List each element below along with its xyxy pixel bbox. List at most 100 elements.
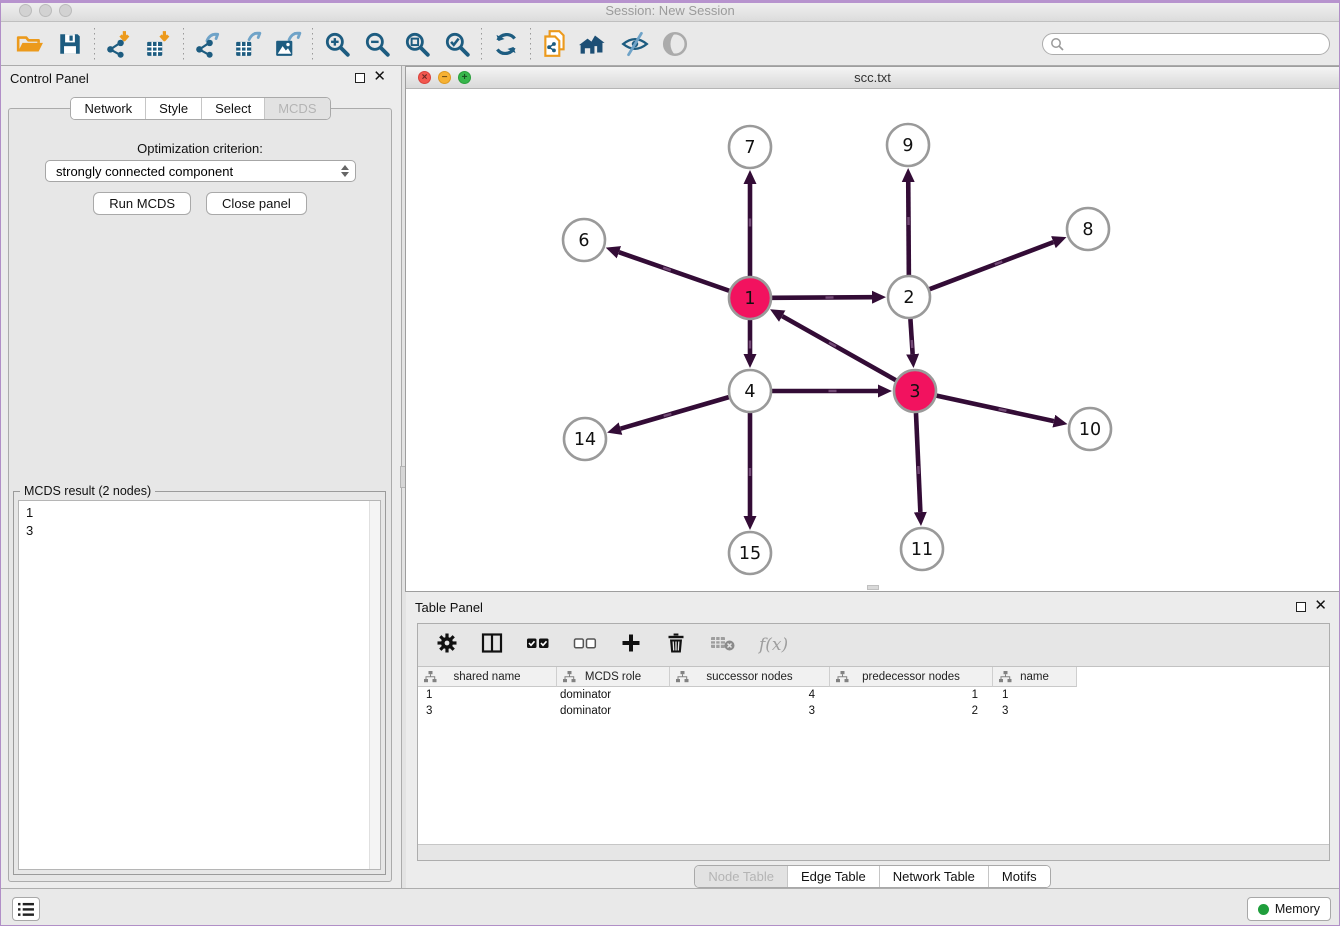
cell-name: 1: [993, 687, 1077, 703]
main-titlebar: Session: New Session: [0, 0, 1340, 22]
search-field[interactable]: [1042, 33, 1330, 55]
column-header-predecessor-nodes[interactable]: predecessor nodes: [830, 667, 993, 687]
split-view-icon[interactable]: [481, 632, 503, 659]
network-window-titlebar: × − + scc.txt: [406, 67, 1339, 89]
graph-node-11[interactable]: 11: [901, 528, 943, 570]
import-table-icon[interactable]: [139, 26, 179, 62]
deselect-all-icon[interactable]: [573, 632, 597, 659]
table-panel-title: Table Panel: [415, 600, 483, 615]
graph-node-4[interactable]: 4: [729, 370, 771, 412]
hide-graphics-details-icon[interactable]: [615, 26, 655, 62]
export-image-icon[interactable]: [268, 26, 308, 62]
tab-network-table[interactable]: Network Table: [880, 866, 989, 887]
column-header-shared-name[interactable]: shared name: [418, 667, 557, 687]
task-history-button[interactable]: [12, 897, 40, 921]
memory-button[interactable]: Memory: [1247, 897, 1331, 921]
close-panel-icon[interactable]: ✕: [373, 68, 386, 86]
delete-table-icon[interactable]: [710, 633, 736, 658]
mcds-result-area[interactable]: 1 3: [18, 500, 381, 870]
criterion-select[interactable]: strongly connected component: [45, 160, 356, 182]
edge-label: [911, 340, 914, 348]
delete-column-icon[interactable]: [665, 632, 687, 659]
float-panel-icon[interactable]: [1296, 602, 1306, 612]
zoom-out-icon[interactable]: [357, 26, 397, 62]
search-input[interactable]: [1064, 35, 1329, 53]
graph-node-10[interactable]: 10: [1069, 408, 1111, 450]
cell-MCDS-role: dominator: [557, 687, 670, 703]
bird-eye-view-icon[interactable]: [655, 26, 695, 62]
edge-1-2[interactable]: [772, 297, 872, 298]
edge-3-11[interactable]: [916, 413, 920, 512]
network-canvas[interactable]: 7 9 6 8 1 2 4 3 14 10 15 11: [406, 89, 1339, 591]
cell-shared-name: 1: [418, 687, 557, 703]
table-row[interactable]: 3dominator323: [418, 703, 1329, 719]
save-session-icon[interactable]: [50, 26, 90, 62]
gear-icon[interactable]: [436, 632, 458, 659]
node-label: 7: [744, 138, 755, 158]
graph-node-8[interactable]: 8: [1067, 208, 1109, 250]
graph-node-14[interactable]: 14: [564, 418, 606, 460]
edge-4-14[interactable]: [621, 397, 729, 429]
zoom-fit-icon[interactable]: [397, 26, 437, 62]
network-title: scc.txt: [406, 70, 1339, 85]
float-panel-icon[interactable]: [355, 73, 365, 83]
zoom-in-icon[interactable]: [317, 26, 357, 62]
tab-node-table[interactable]: Node Table: [695, 866, 788, 887]
column-header-name[interactable]: name: [993, 667, 1077, 687]
export-table-icon[interactable]: [228, 26, 268, 62]
edge-label: [825, 296, 833, 298]
select-all-icon[interactable]: [526, 632, 550, 659]
show-all-networks-icon[interactable]: [575, 26, 615, 62]
network-view-window: × − + scc.txt 7 9 6 8 1 2 4 3 14 10 15 11: [405, 66, 1340, 592]
node-label: 4: [744, 382, 755, 402]
cell-successor-nodes: 4: [670, 687, 830, 703]
resize-grip-icon[interactable]: [867, 585, 879, 590]
edge-3-1[interactable]: [782, 316, 896, 380]
cell-MCDS-role: dominator: [557, 703, 670, 719]
graph-node-1[interactable]: 1: [729, 277, 771, 319]
tab-select[interactable]: Select: [202, 98, 265, 119]
edge-2-9[interactable]: [908, 182, 909, 275]
edge-3-10[interactable]: [936, 396, 1053, 421]
graph-node-2[interactable]: 2: [888, 276, 930, 318]
table-panel: Table Panel ✕: [405, 595, 1340, 888]
open-file-icon[interactable]: [10, 26, 50, 62]
clone-network-icon[interactable]: [535, 26, 575, 62]
column-header-MCDS-role[interactable]: MCDS role: [557, 667, 670, 687]
edge-1-6[interactable]: [619, 252, 729, 291]
mcds-result-group: MCDS result (2 nodes) 1 3: [13, 491, 386, 875]
close-panel-icon[interactable]: ✕: [1314, 597, 1327, 615]
column-header-successor-nodes[interactable]: successor nodes: [670, 667, 830, 687]
table-row[interactable]: 1dominator411: [418, 687, 1329, 703]
graph-node-7[interactable]: 7: [729, 126, 771, 168]
tab-mcds[interactable]: MCDS: [265, 98, 329, 119]
run-mcds-button[interactable]: Run MCDS: [93, 192, 191, 215]
graph-node-15[interactable]: 15: [729, 532, 771, 574]
function-builder-icon[interactable]: f(x): [759, 635, 788, 655]
import-network-icon[interactable]: [99, 26, 139, 62]
node-label: 3: [909, 382, 920, 402]
export-network-icon[interactable]: [188, 26, 228, 62]
tab-style[interactable]: Style: [146, 98, 202, 119]
node-label: 14: [574, 430, 596, 450]
graph-node-3[interactable]: 3: [894, 370, 936, 412]
zoom-selected-icon[interactable]: [437, 26, 477, 62]
edge-2-8[interactable]: [930, 242, 1054, 289]
result-scrollbar[interactable]: [369, 501, 380, 869]
graph-node-9[interactable]: 9: [887, 124, 929, 166]
edge-2-3[interactable]: [910, 319, 912, 354]
edge-label: [749, 341, 751, 349]
edge-label: [917, 466, 920, 474]
tab-edge-table[interactable]: Edge Table: [788, 866, 880, 887]
close-panel-button[interactable]: Close panel: [206, 192, 307, 215]
tab-motifs[interactable]: Motifs: [989, 866, 1050, 887]
add-column-icon[interactable]: [620, 632, 642, 659]
tab-network[interactable]: Network: [71, 98, 146, 119]
window-title: Session: New Session: [0, 3, 1340, 18]
mcds-panel: Optimization criterion: strongly connect…: [8, 108, 392, 882]
cell-successor-nodes: 3: [670, 703, 830, 719]
refresh-icon[interactable]: [486, 26, 526, 62]
graph-node-6[interactable]: 6: [563, 219, 605, 261]
toolbar-separator: [312, 28, 313, 60]
edge-label: [749, 219, 751, 227]
